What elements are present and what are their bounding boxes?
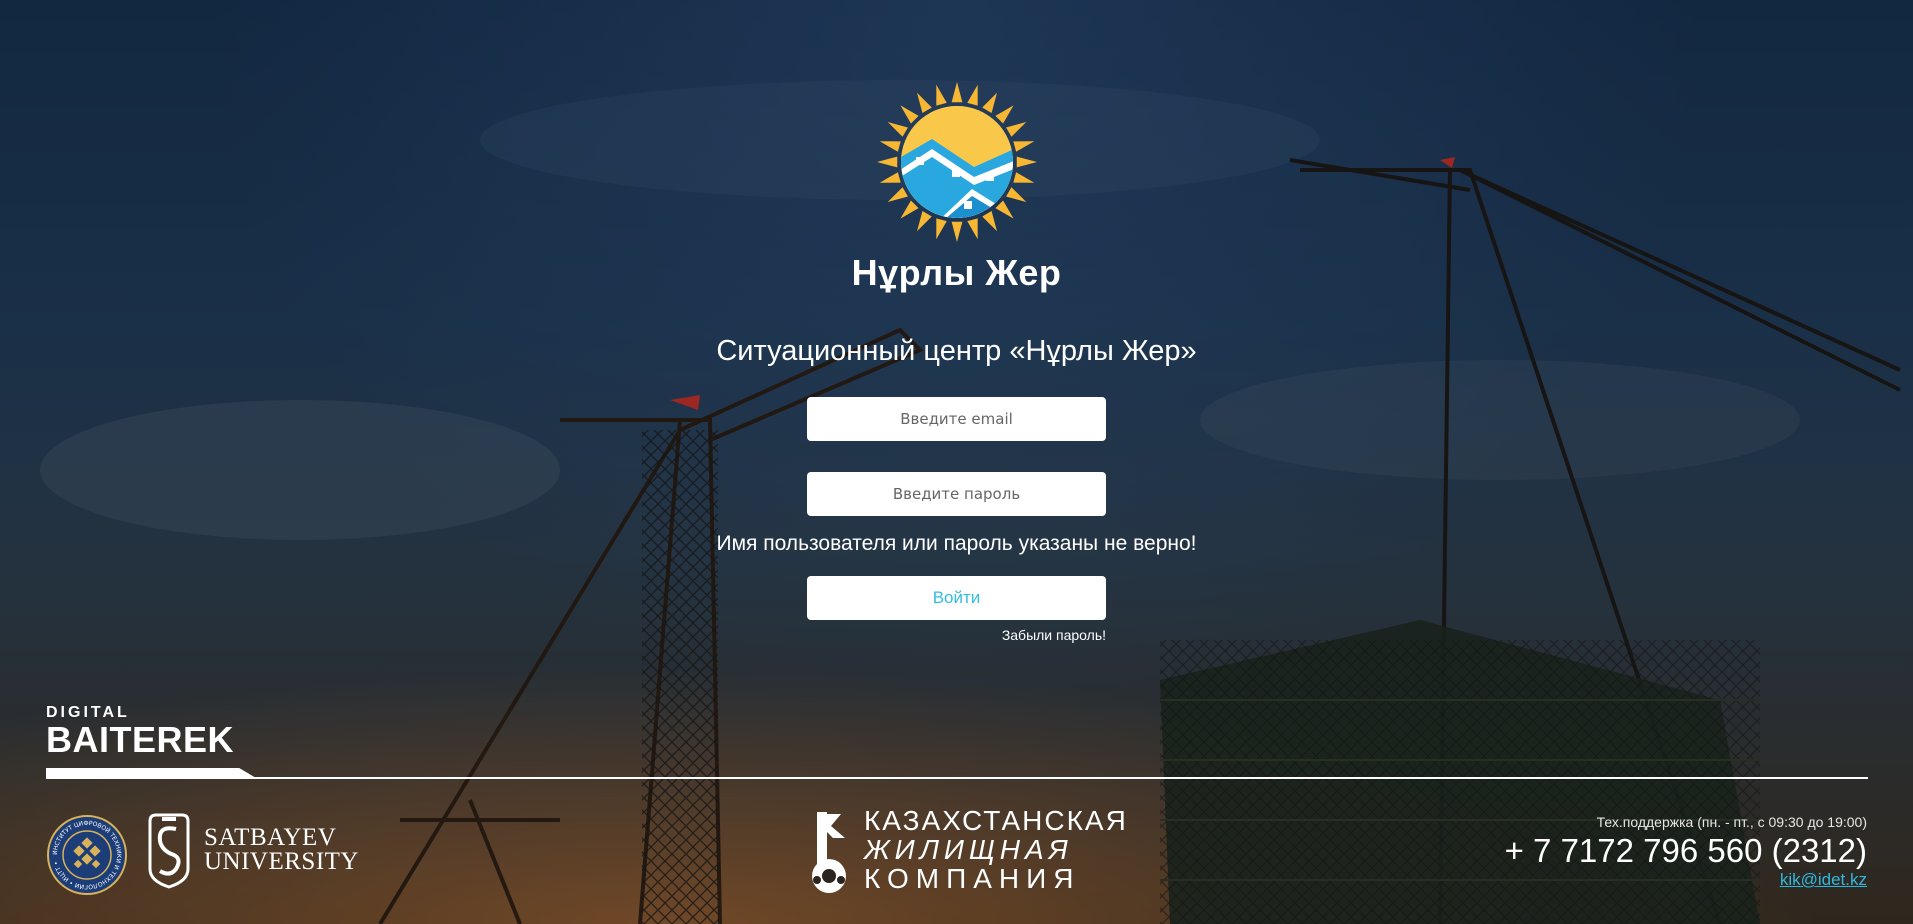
sun-ray	[877, 156, 898, 168]
sun-ray	[917, 92, 932, 113]
satbayev-emblem-icon	[148, 813, 190, 889]
institute-seal-icon: ИНСТИТУТ ЦИФРОВОЙ ТЕХНИКИ И ТЕХНОЛОГИИ •…	[47, 815, 127, 895]
sun-ray	[1006, 187, 1027, 202]
sun-ray	[936, 84, 947, 106]
sun-ray	[995, 200, 1014, 219]
sun-ray	[1016, 156, 1037, 168]
sun-ray	[1013, 172, 1035, 183]
satbayev-line2: UNIVERSITY	[204, 848, 359, 875]
sun-ray	[995, 105, 1014, 124]
kzk-logo-text: КАЗАХСТАНСКАЯ ЖИЛИЩНАЯ КОМПАНИЯ	[864, 806, 1128, 893]
support-phone: + 7 7172 796 560 (2312)	[1504, 832, 1867, 869]
forgot-password-link[interactable]: Забыли пароль!	[1002, 627, 1106, 643]
sun-ray	[887, 187, 908, 202]
sun-ray	[1013, 141, 1035, 152]
digital-baiterek-big: BAITEREK	[46, 719, 235, 760]
key-logo-icon	[812, 812, 846, 893]
satbayev-university-logo: SATBAYEV UNIVERSITY	[204, 824, 359, 875]
kzk-line1: КАЗАХСТАНСКАЯ	[864, 805, 1128, 836]
satbayev-line1: SATBAYEV	[204, 824, 337, 851]
sun-houses-logo	[877, 82, 1037, 242]
sun-ray	[951, 221, 963, 242]
login-page: Нұрлы Жер Ситуационный центр «Нұрлы Жер»…	[0, 0, 1913, 924]
sun-ray	[879, 172, 901, 183]
sun-ray	[900, 200, 919, 219]
error-message: Имя пользователя или пароль указаны не в…	[716, 532, 1197, 555]
sun-ray	[967, 84, 978, 106]
sun-ray	[982, 92, 997, 113]
sun-ray	[887, 122, 908, 137]
sun-ray	[879, 141, 901, 152]
support-block: Тех.поддержка (пн. - пт., с 09:30 до 19:…	[1505, 814, 1867, 890]
digital-baiterek-logo: DIGITAL BAITEREK	[46, 705, 234, 759]
sun-ray	[900, 105, 919, 124]
sun-ray	[982, 211, 997, 232]
sun-ray	[917, 211, 932, 232]
sun-ray	[951, 82, 963, 103]
support-hours: Тех.поддержка (пн. - пт., с 09:30 до 19:…	[1596, 814, 1867, 830]
brand-name: Нұрлы Жер	[851, 252, 1062, 293]
email-input[interactable]	[807, 397, 1106, 441]
sun-ray	[936, 218, 947, 240]
page-title: Ситуационный центр «Нұрлы Жер»	[716, 335, 1197, 368]
support-email-link[interactable]: kik@idet.kz	[1780, 870, 1867, 889]
kzk-line3: КОМПАНИЯ	[864, 863, 1081, 894]
kzk-line2: ЖИЛИЩНАЯ	[864, 834, 1073, 865]
sun-ray	[1006, 122, 1027, 137]
login-button[interactable]: Войти	[807, 576, 1106, 620]
sun-ray	[967, 218, 978, 240]
footer-divider	[46, 777, 1868, 779]
password-input[interactable]	[807, 472, 1106, 516]
